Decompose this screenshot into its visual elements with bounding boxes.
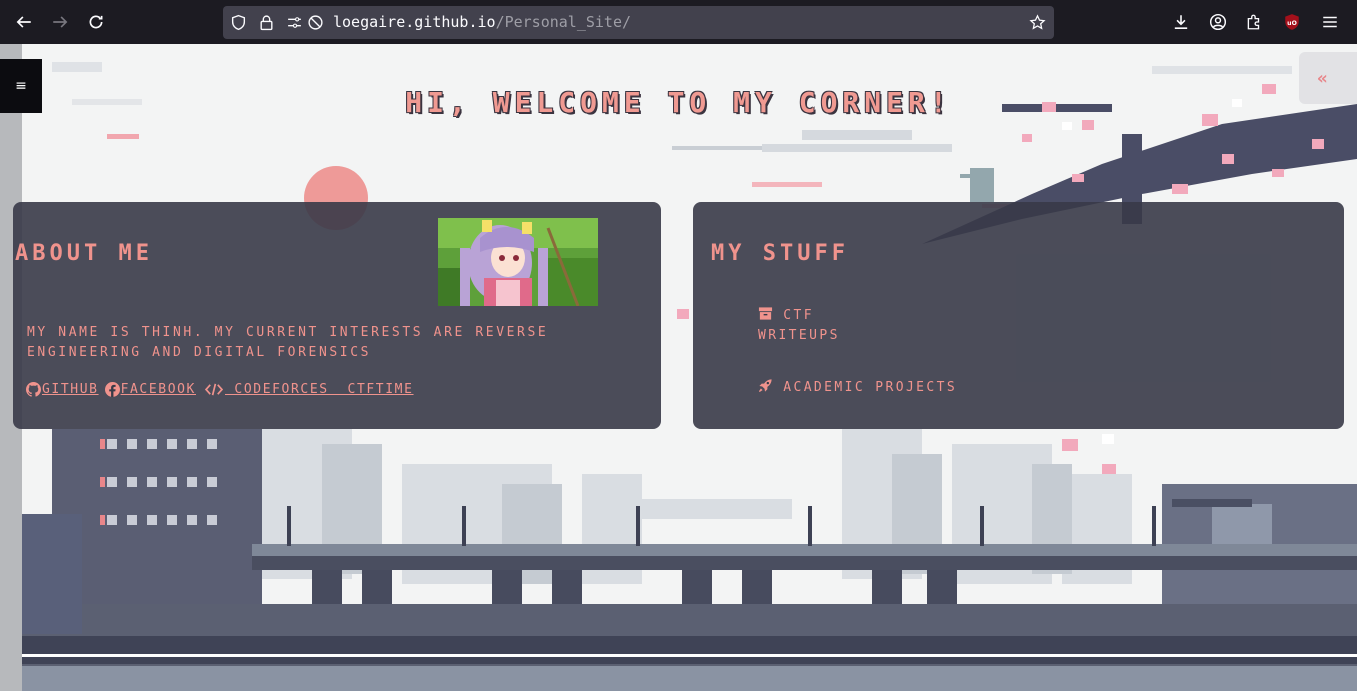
- facebook-link[interactable]: Facebook: [104, 381, 196, 397]
- forward-button[interactable]: [49, 11, 71, 33]
- account-icon: [1209, 13, 1227, 31]
- github-link-label: Github: [42, 381, 99, 397]
- puzzle-icon: [1247, 14, 1260, 30]
- rocket-icon: [758, 379, 772, 393]
- shield-icon[interactable]: [230, 14, 247, 31]
- ctf-writeups-label-1: CTF: [783, 308, 814, 323]
- page-title: Hi, welcome to my corner!: [405, 86, 952, 119]
- facebook-link-label: Facebook: [120, 381, 196, 397]
- social-links: Github Facebook Codeforces CTFtime: [26, 380, 420, 398]
- code-icon: [204, 383, 224, 395]
- academic-projects-label: Academic projects: [783, 380, 958, 395]
- archive-icon: [758, 307, 773, 320]
- about-description: My name is Thinh. My current interests a…: [27, 325, 549, 360]
- codeforces-ctftime-link[interactable]: Codeforces CTFtime: [204, 382, 414, 397]
- codeforces-ctftime-label: Codeforces CTFtime: [224, 381, 414, 397]
- ublock-icon: uO: [1285, 14, 1299, 30]
- github-link[interactable]: Github: [26, 381, 99, 397]
- address-bar[interactable]: loegaire.github.io/Personal_Site/: [223, 6, 1054, 39]
- academic-projects-link[interactable]: Academic projects: [758, 378, 957, 398]
- ctf-writeups-link[interactable]: CTF Writeups: [758, 306, 840, 346]
- url-text[interactable]: loegaire.github.io/Personal_Site/: [333, 13, 631, 31]
- bookmark-star-icon[interactable]: [1029, 14, 1046, 31]
- reload-button[interactable]: [85, 11, 107, 33]
- tracking-blocked-icon[interactable]: [307, 14, 324, 31]
- browser-toolbar: loegaire.github.io/Personal_Site/ uO: [0, 0, 1357, 44]
- reload-icon: [89, 15, 103, 29]
- lock-icon[interactable]: [258, 14, 275, 31]
- github-icon: [26, 381, 41, 397]
- arrow-left-icon: [16, 16, 31, 28]
- downloads-button[interactable]: [1170, 11, 1192, 33]
- about-heading: About me: [15, 241, 153, 266]
- stuff-heading: My Stuff: [711, 241, 849, 266]
- back-button[interactable]: [13, 11, 35, 33]
- hamburger-icon: [1323, 16, 1337, 28]
- download-icon: [1174, 15, 1188, 29]
- extensions-button[interactable]: [1243, 11, 1265, 33]
- avatar-image: [438, 218, 598, 306]
- arrow-right-icon: [53, 16, 68, 28]
- menu-button[interactable]: [1319, 11, 1341, 33]
- account-button[interactable]: [1207, 11, 1229, 33]
- svg-text:uO: uO: [1287, 20, 1297, 27]
- ctf-writeups-label-2: Writeups: [758, 328, 840, 343]
- permissions-icon[interactable]: [286, 14, 303, 31]
- ublock-button[interactable]: uO: [1281, 11, 1303, 33]
- facebook-icon: [104, 381, 120, 397]
